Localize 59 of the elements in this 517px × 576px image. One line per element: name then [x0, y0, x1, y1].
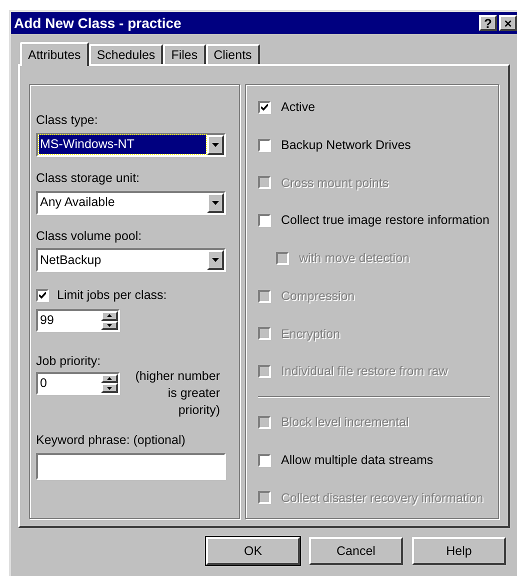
title-bar-button[interactable]: × [499, 15, 517, 31]
caret-up-icon [107, 314, 112, 318]
checkmark-icon [39, 292, 46, 300]
window-title: Add New Class - practice [14, 14, 182, 33]
checkbox[interactable] [258, 454, 271, 467]
tab[interactable]: Files [163, 44, 206, 64]
dropdown[interactable]: MS-Windows-NT [36, 132, 226, 157]
spin-value: 99 [39, 312, 55, 330]
keyword-field[interactable] [36, 452, 226, 480]
caret-down-icon [212, 200, 219, 204]
caret-down-icon [107, 324, 112, 327]
checkbox-label: Active [281, 99, 316, 116]
dropdown-value: NetBackup [39, 252, 102, 269]
checkbox-label: Compression [281, 288, 355, 305]
checkbox-label: Allow multiple data streams [281, 452, 434, 469]
checkbox-label: Individual file restore from raw [281, 363, 448, 380]
checkbox-label: Block level incremental [281, 414, 409, 431]
checkbox-label: with move detection [299, 250, 410, 267]
checkbox-label: Collect true image restore information [281, 212, 490, 230]
checkbox-label: Limit jobs per class: [57, 287, 167, 304]
dropdown-button[interactable] [207, 192, 224, 212]
tab[interactable]: Schedules [88, 44, 164, 64]
spin-up-button[interactable] [101, 311, 118, 320]
checkbox-label: Encryption [281, 326, 340, 343]
title-bar-button[interactable]: ? [479, 15, 497, 31]
checkbox-label: Collect disaster recovery information [281, 490, 484, 507]
dropdown-button[interactable] [207, 250, 224, 270]
field-label: Class type: [36, 112, 99, 129]
tab[interactable]: Clients [206, 44, 260, 64]
checkbox[interactable] [258, 138, 271, 152]
spin-field[interactable]: 99 [36, 309, 120, 332]
tab[interactable]: Attributes [20, 42, 89, 66]
field-label: Class volume pool: [36, 228, 143, 245]
field-label: Job priority: [36, 353, 102, 370]
dropdown[interactable]: Any Available [36, 190, 226, 214]
field-label: Class storage unit: [36, 170, 141, 187]
dropdown-button[interactable] [207, 134, 224, 155]
hint-text: (higher number is greater priority) [134, 368, 220, 419]
spin-up-button[interactable] [101, 374, 118, 384]
dropdown-value: MS-Windows-NT [39, 135, 206, 154]
dialog-button[interactable]: OK [206, 537, 300, 565]
checkbox[interactable] [258, 100, 271, 114]
spin-value: 0 [39, 374, 48, 392]
caret-down-icon [212, 258, 219, 262]
checkbox[interactable] [258, 214, 271, 228]
dialog-button[interactable]: Help [412, 537, 506, 565]
spin-down-button[interactable] [101, 383, 118, 393]
dropdown[interactable]: NetBackup [36, 248, 226, 272]
dialog-button[interactable]: Cancel [309, 537, 403, 565]
checkbox-label: Cross mount points [281, 174, 389, 192]
caret-down-icon [107, 386, 112, 390]
checkbox-label: Backup Network Drives [281, 136, 411, 154]
spin-field[interactable]: 0 [36, 372, 120, 395]
caret-down-icon [212, 142, 219, 147]
caret-up-icon [107, 377, 112, 380]
checkbox[interactable] [36, 289, 49, 302]
dropdown-value: Any Available [39, 194, 116, 212]
field-label: Keyword phrase: (optional) [36, 432, 186, 449]
checkmark-icon [261, 104, 268, 111]
